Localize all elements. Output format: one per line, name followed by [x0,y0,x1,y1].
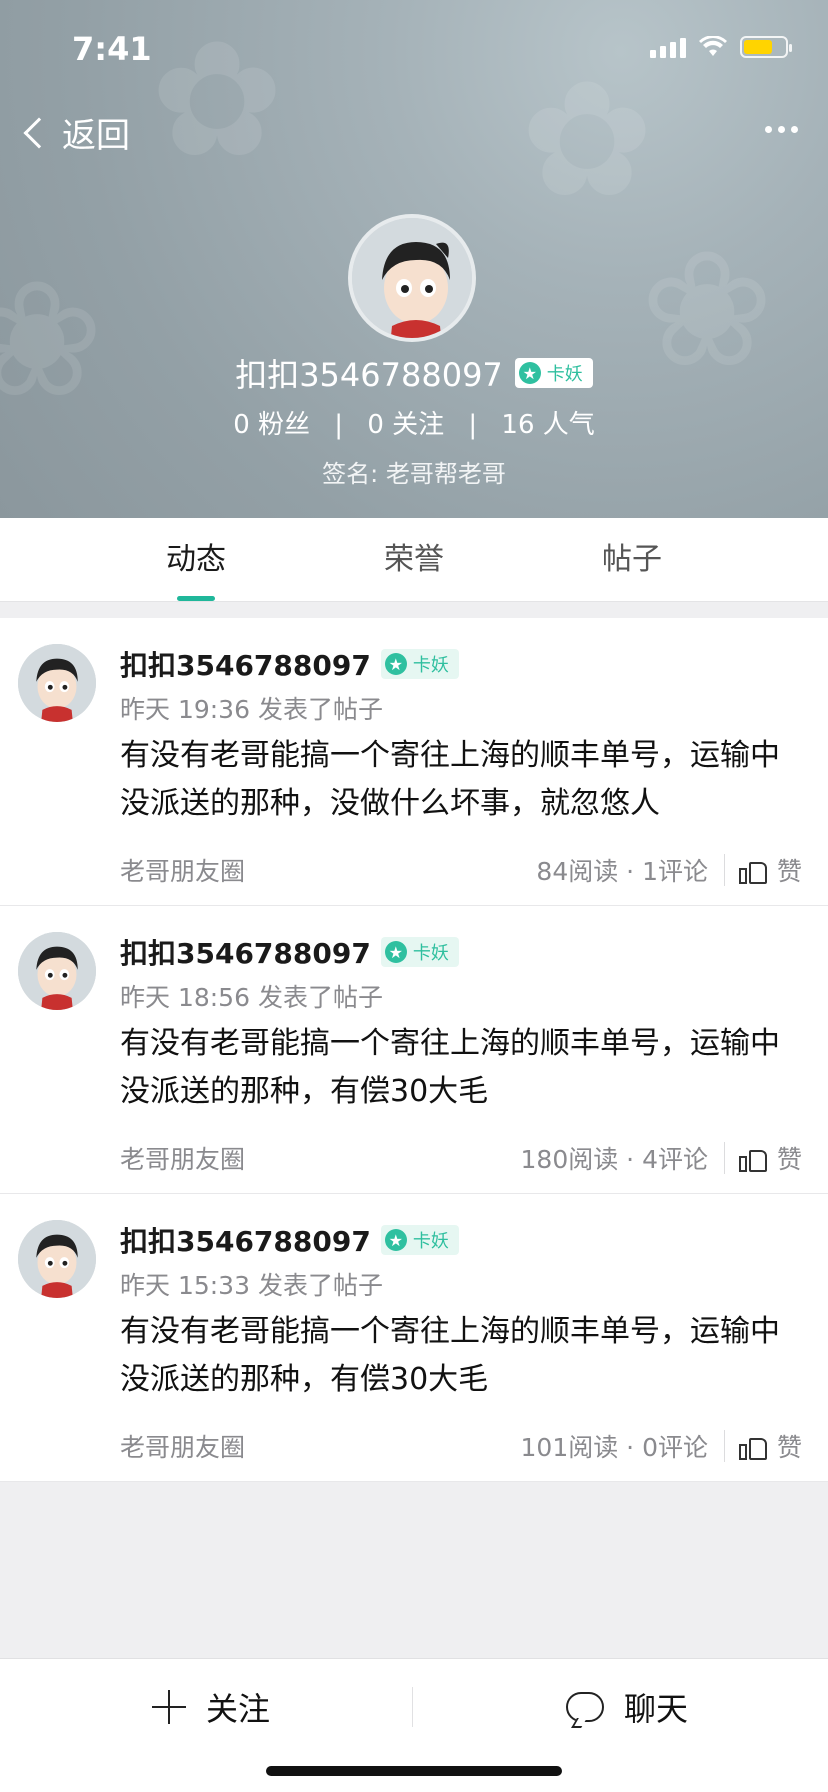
post-author[interactable]: 扣扣3546788097 [120,1220,371,1260]
like-button[interactable]: 赞 [738,1428,802,1464]
post-time: 昨天 19:36 发表了帖子 [120,695,383,724]
status-time: 7:41 [72,30,152,68]
wifi-icon [699,36,727,56]
tab-activity[interactable]: 动态 [87,518,305,601]
profile-stats: 0 粉丝 | 0 关注 | 16 人气 [233,410,595,440]
post-counts: 84阅读 · 1评论 [536,857,708,886]
star-icon: ★ [384,1229,407,1251]
list-item[interactable]: 扣扣3546788097 ★ 卡妖 昨天 15:33 发表了帖子 有没有老哥能搞… [0,1194,828,1482]
post-time: 昨天 15:33 发表了帖子 [120,1271,383,1300]
thumbs-up-icon [738,1432,767,1460]
post-source[interactable]: 老哥朋友圈 [120,852,536,888]
post-author[interactable]: 扣扣3546788097 [120,932,371,972]
post-counts: 180阅读 · 4评论 [520,1145,708,1174]
avatar[interactable] [348,214,476,342]
cartoon-avatar-icon [18,1220,96,1298]
post-source[interactable]: 老哥朋友圈 [120,1428,521,1464]
tab-bar: 动态 荣誉 帖子 [0,518,828,602]
status-bar: 7:41 [0,30,828,70]
chat-bubble-icon [566,1692,604,1722]
level-badge: ★ 卡妖 [380,1225,459,1255]
feed-list: 扣扣3546788097 ★ 卡妖 昨天 19:36 发表了帖子 有没有老哥能搞… [0,618,828,1482]
star-icon: ★ [384,653,407,675]
avatar[interactable] [18,644,96,722]
post-content[interactable]: 有没有老哥能搞一个寄往上海的顺丰单号，运输中没派送的那种，没做什么坏事，就忽悠人 [120,732,800,828]
chevron-left-icon [23,116,55,149]
battery-icon [740,36,792,58]
back-label: 返回 [62,116,130,156]
post-counts: 101阅读 · 0评论 [520,1433,708,1462]
avatar[interactable] [18,1220,96,1298]
plus-icon [152,1690,186,1724]
like-button[interactable]: 赞 [738,1140,802,1176]
post-time: 昨天 18:56 发表了帖子 [120,983,383,1012]
more-button[interactable] [765,126,798,133]
post-author[interactable]: 扣扣3546788097 [120,644,371,684]
profile-header: ✿ ✿ ❀ ❀ 7:41 返回 扣扣3546788097 ★ 卡妖 0 粉丝 |… [0,0,828,518]
follow-button[interactable]: 关注 [152,1677,270,1737]
star-icon: ★ [518,362,541,384]
popularity-count: 16 人气 [501,410,595,440]
cartoon-avatar-icon [18,932,96,1010]
signature: 签名: 老哥帮老哥 [322,460,506,488]
post-content[interactable]: 有没有老哥能搞一个寄往上海的顺丰单号，运输中没派送的那种，有偿30大毛 [120,1308,800,1404]
level-badge: ★ 卡妖 [514,358,593,388]
signal-icon [650,36,686,58]
avatar[interactable] [18,932,96,1010]
thumbs-up-icon [738,1144,767,1172]
fans-count[interactable]: 0 粉丝 [233,410,310,440]
following-count[interactable]: 0 关注 [367,410,444,440]
more-dots-icon [765,126,772,133]
thumbs-up-icon [738,856,767,884]
cartoon-avatar-icon [352,218,472,338]
flower-pattern-icon: ❀ [0,246,105,433]
star-icon: ★ [384,941,407,963]
level-badge: ★ 卡妖 [380,649,459,679]
home-indicator[interactable] [266,1766,562,1776]
back-button[interactable]: 返回 [23,108,130,157]
post-source[interactable]: 老哥朋友圈 [120,1140,521,1176]
post-content[interactable]: 有没有老哥能搞一个寄往上海的顺丰单号，运输中没派送的那种，有偿30大毛 [120,1020,800,1116]
list-item[interactable]: 扣扣3546788097 ★ 卡妖 昨天 19:36 发表了帖子 有没有老哥能搞… [0,618,828,906]
chat-button[interactable]: 聊天 [566,1677,688,1737]
list-item[interactable]: 扣扣3546788097 ★ 卡妖 昨天 18:56 发表了帖子 有没有老哥能搞… [0,906,828,1194]
level-badge: ★ 卡妖 [380,937,459,967]
like-button[interactable]: 赞 [738,852,802,888]
tab-honors[interactable]: 荣誉 [305,518,523,601]
nav-bar: 返回 [0,108,828,158]
tab-posts[interactable]: 帖子 [523,518,741,601]
cartoon-avatar-icon [18,644,96,722]
profile-name: 扣扣3546788097 [235,356,503,394]
